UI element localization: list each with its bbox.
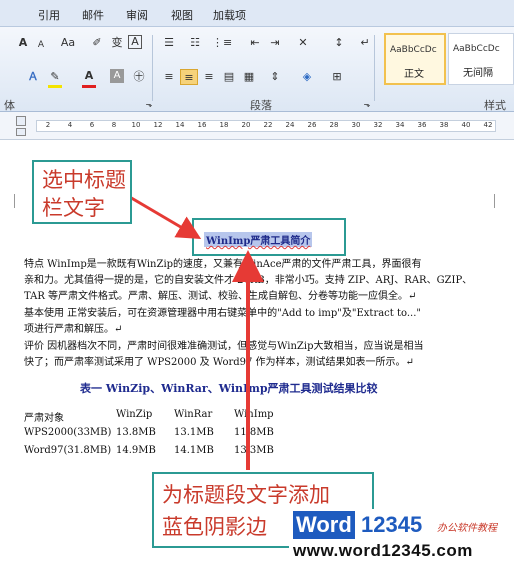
arrow-to-heading [127, 194, 202, 240]
callout-line: 选中标题 [42, 168, 126, 192]
brand-word: Word [293, 511, 355, 539]
brand-url: www.word12345.com [293, 541, 473, 560]
brand-number: 12345 [361, 512, 423, 537]
callout-select-heading: 选中标题 栏文字 [32, 160, 132, 224]
brand-tagline: 办公软件教程 [437, 523, 497, 534]
callout-line: 为标题段文字添加 [162, 483, 330, 507]
site-watermark: Word 12345 办公软件教程 www.word12345.com [289, 509, 514, 567]
callout-line: 栏文字 [42, 196, 105, 220]
callout-line: 蓝色阴影边 [162, 515, 267, 539]
